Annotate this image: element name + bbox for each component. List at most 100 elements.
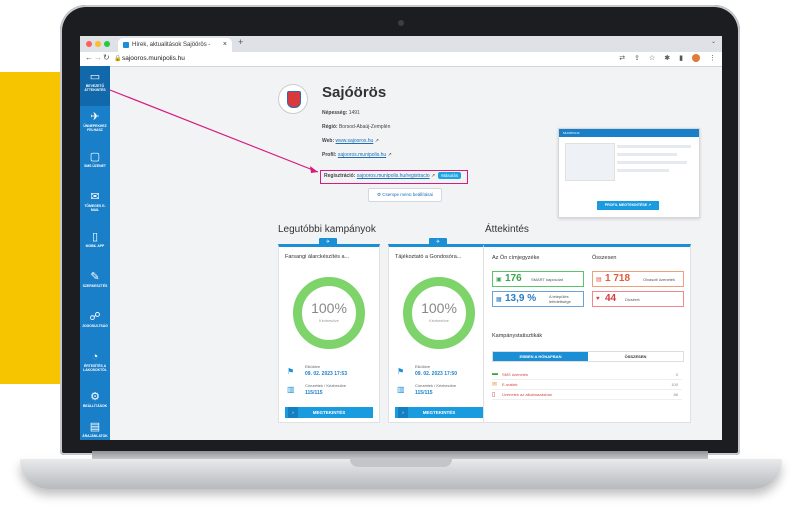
sidebar-item-feedback[interactable]: ◔ ÉRTESÍTÉS A LAKOSOKTÓL	[80, 346, 110, 386]
sidebar-item-sms[interactable]: ▢ SMS ÜZENET	[80, 146, 110, 186]
menu-dots-icon[interactable]: ⋮	[709, 54, 716, 62]
contacts-title: Az Ön címjegyzéke	[492, 255, 540, 261]
gear-icon: ⚙	[90, 391, 100, 403]
sms-icon: ▬	[492, 371, 498, 377]
progress-value: 100%	[311, 300, 347, 316]
new-tab-button[interactable]: +	[238, 37, 243, 47]
progress-label: Kézbesítve	[429, 318, 449, 323]
mobile-icon: ▯	[91, 231, 99, 243]
laptop-hinge	[92, 451, 708, 459]
campaign-type-icon: ✈	[429, 238, 447, 246]
smart-value: 176	[505, 273, 522, 284]
user-group-icon: ☍	[89, 311, 101, 323]
read-messages-stat: ▤ 1 718 Olvasott üzenetek	[592, 271, 684, 287]
main-content: Sajóörös Népesség: 1491 Régió: Borsod-Ab…	[110, 66, 722, 440]
reload-icon[interactable]: ↻	[103, 53, 110, 62]
mobile-icon: ▯	[492, 392, 496, 398]
stats-tabs: EBBEN A HÓNAPBAN ÖSSZESEN	[492, 351, 684, 362]
view-campaign-button[interactable]: › MEGTEKINTÉS	[285, 407, 373, 418]
sent-label: Elküldve	[305, 364, 321, 369]
recipients-label: Címzettek / Kézbesítve	[305, 383, 347, 388]
sidebar-item-edit[interactable]: ✎ SZERKESZTÉS	[80, 266, 110, 306]
recipients-count: 115/115	[415, 390, 433, 396]
recipients-icon: ▥	[287, 385, 295, 394]
stats-row: ▬ SMS üzenetek 0	[492, 371, 682, 380]
preview-card	[565, 143, 615, 181]
sidebar-item-permissions[interactable]: ☍ JOGOSULTSÁG	[80, 306, 110, 346]
profile-view-button[interactable]: PROFIL MEGTEKINTÉSE ↗	[597, 201, 659, 210]
favicon-icon	[123, 42, 129, 48]
recipients-label: Címzettek / Kézbesítve	[415, 383, 457, 388]
campaign-card: ✈ Tájékoztató a Gondosóra... 100% Kézbes…	[388, 238, 490, 423]
close-window-icon[interactable]	[86, 41, 92, 47]
tab-this-month[interactable]: EBBEN A HÓNAPBAN	[493, 352, 588, 361]
external-link-icon: ↗	[374, 138, 379, 144]
campaigns-heading: Legutóbbi kampányok	[278, 224, 376, 235]
sidebar-item-mail[interactable]: ✉ TÖMEGES E-MAIL	[80, 186, 110, 226]
heart-icon: ♥	[596, 296, 600, 302]
sidebar-item-mobile[interactable]: ▯ MOBIL APP	[80, 226, 110, 266]
camera-icon	[398, 20, 404, 26]
copy-button[interactable]: Másolás	[438, 172, 461, 179]
coverage-stat: ▦ 13,9 % A település lefedettsége	[492, 291, 584, 307]
read-label: Olvasott üzenetek	[643, 277, 676, 282]
likes-value: 44	[605, 293, 617, 304]
progress-ring: 100% Kézbesítve	[293, 277, 365, 349]
smart-contacts-stat: ▣ 176 SMART kapcsolat	[492, 271, 584, 287]
forward-icon[interactable]: →	[94, 53, 102, 62]
back-icon[interactable]: ←	[85, 53, 93, 62]
share-icon[interactable]: ⇪	[634, 54, 640, 62]
minimize-window-icon[interactable]	[95, 41, 101, 47]
sms-icon: ▢	[89, 151, 101, 163]
recipients-icon: ▥	[397, 385, 405, 394]
contacts-icon: ▣	[496, 277, 502, 283]
tile-menu-settings-button[interactable]: ⚙ Csempe menü beállításai	[368, 188, 442, 202]
coverage-label: A település lefedettsége	[549, 294, 571, 304]
mail-icon: ✉	[90, 191, 100, 203]
translate-icon[interactable]: ⇄	[619, 54, 625, 62]
sidepanel-icon[interactable]: ▮	[679, 54, 683, 62]
building-icon: ▦	[496, 297, 502, 303]
sidebar-item-pricing[interactable]: ▤ ÁRAJÁNLATOK	[80, 416, 110, 440]
progress-label: Kézbesítve	[319, 318, 339, 323]
profile-preview: MUNIPOLIS PROFIL MEGTEKINTÉSE ↗	[558, 128, 700, 218]
bookmark-star-icon[interactable]: ☆	[649, 54, 655, 62]
sent-label: Elküldve	[415, 364, 431, 369]
campaign-name: Tájékoztató a Gondosóra...	[395, 254, 462, 260]
overview-heading: Áttekintés	[485, 224, 529, 235]
smart-label: SMART kapcsolat	[531, 277, 563, 282]
annotation-arrow	[110, 89, 319, 173]
sidebar-item-dashboard[interactable]: ▭ BEVEZETŐ ÁTTEKINTÉS	[80, 66, 110, 106]
tab-close-icon[interactable]: ×	[223, 38, 227, 52]
avatar[interactable]	[692, 54, 700, 62]
maximize-window-icon[interactable]	[104, 41, 110, 47]
pricing-icon: ▤	[89, 421, 101, 433]
progress-ring: 100% Kézbesítve	[403, 277, 475, 349]
chevron-right-icon: ›	[398, 407, 408, 418]
tab-title: Hírek, aktualitások Sajöörös - ...	[132, 42, 212, 48]
extensions-icon[interactable]: ✱	[664, 54, 670, 62]
tab-search-icon[interactable]: ⌄	[711, 38, 716, 45]
sent-date: 09. 02. 2023 17:53	[305, 371, 347, 377]
campaign-card: ✈ Farsangi álarckészítés a... 100% Kézbe…	[278, 238, 380, 423]
tab-total[interactable]: ÖSSZESEN	[588, 352, 683, 361]
browser-tab[interactable]: Hírek, aktualitások Sajöörös - ... ×	[118, 38, 232, 52]
browser-tab-bar: Hírek, aktualitások Sajöörös - ... × + ⌄	[80, 36, 722, 52]
sidebar-item-holiday[interactable]: ✈ ÜNNEPEKHEZ FELHASZ	[80, 106, 110, 146]
preview-header: MUNIPOLIS	[559, 129, 699, 137]
view-campaign-button[interactable]: › MEGTEKINTÉS	[395, 407, 483, 418]
mail-icon: ✉	[492, 382, 498, 388]
stats-row: ▯ Üzenetek az alkalmazásban 86	[492, 391, 682, 400]
campaign-name: Farsangi álarckészítés a...	[285, 254, 350, 260]
edit-icon: ✎	[90, 271, 100, 283]
campaign-type-icon: ✈	[319, 238, 337, 246]
likes-stat: ♥ 44 Dicséret	[592, 291, 684, 307]
address-bar: ← → ↻ 🔒 sajooros.munipolis.hu ⇄ ⇪ ☆ ✱ ▮ …	[80, 52, 722, 67]
lock-icon: 🔒	[114, 56, 122, 62]
flag-icon: ⚑	[287, 367, 295, 376]
progress-value: 100%	[421, 300, 457, 316]
url-input[interactable]: sajooros.munipolis.hu	[122, 55, 185, 62]
screen: Hírek, aktualitások Sajöörös - ... × + ⌄…	[80, 36, 722, 440]
stats-row: ✉ E-mailek 100	[492, 381, 682, 390]
total-title: Összesen	[592, 255, 617, 261]
